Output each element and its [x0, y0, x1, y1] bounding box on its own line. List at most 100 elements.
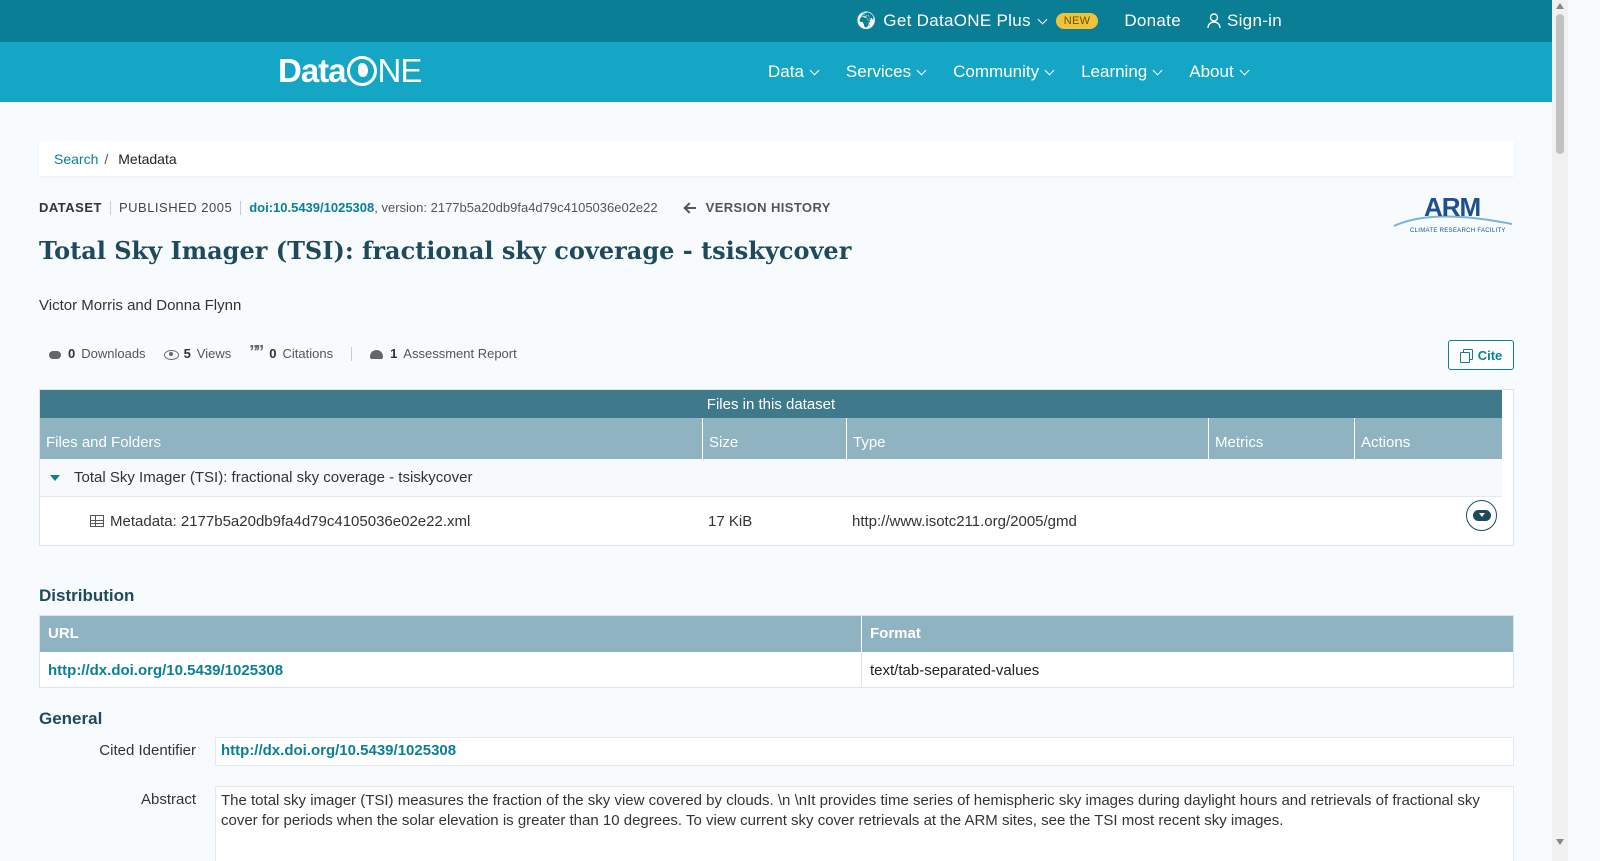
dataone-logo[interactable]: Data NE	[278, 52, 423, 90]
nav-menu: Data Services Community Learning About	[768, 42, 1250, 102]
download-button[interactable]	[1466, 500, 1497, 531]
downloads-stat[interactable]: 0 Downloads	[48, 346, 146, 361]
col-url: URL	[40, 616, 862, 652]
views-stat[interactable]: 5 Views	[163, 346, 232, 361]
scroll-down-icon[interactable]	[1556, 839, 1564, 845]
col-size: Size	[703, 418, 847, 459]
breadcrumb-current: Metadata	[118, 150, 177, 167]
arm-logo-text: ARM	[1424, 192, 1481, 222]
chevron-down-icon	[809, 65, 820, 75]
page-scrollbar[interactable]	[1552, 0, 1568, 861]
divider	[109, 200, 111, 215]
cloud-download-icon	[1472, 510, 1491, 521]
chevron-down-icon	[1239, 65, 1250, 75]
chevron-down-icon	[1037, 14, 1048, 24]
views-label: Views	[196, 346, 232, 361]
dataset-title: Total Sky Imager (TSI): fractional sky c…	[39, 236, 852, 265]
citations-stat[interactable]: 0 Citations	[249, 342, 334, 363]
assessment-report-stat[interactable]: 1 Assessment Report	[370, 346, 517, 361]
arm-logo[interactable]: ARM CLIMATE RESEARCH FACILITY	[1392, 192, 1514, 238]
arm-logo-subtext: CLIMATE RESEARCH FACILITY	[1410, 228, 1506, 234]
cloud-download-icon	[48, 348, 62, 360]
chevron-down-icon	[916, 65, 927, 75]
sign-in-link[interactable]: Sign-in	[1207, 11, 1282, 31]
breadcrumb-separator: /	[104, 150, 109, 167]
folder-name: Total Sky Imager (TSI): fractional sky c…	[74, 469, 473, 486]
eye-icon	[163, 348, 179, 360]
nav-data[interactable]: Data	[768, 62, 820, 82]
cite-button[interactable]: Cite	[1448, 340, 1514, 370]
downloads-count: 0	[68, 346, 76, 361]
version-history-label: VERSION HISTORY	[705, 200, 831, 215]
distribution-heading: Distribution	[39, 586, 135, 605]
gauge-icon	[370, 348, 384, 360]
doi-link[interactable]: doi:10.5439/1025308	[249, 200, 374, 215]
nav-learning[interactable]: Learning	[1081, 62, 1163, 82]
files-table-columns: Files and Folders Size Type Metrics Acti…	[40, 418, 1502, 459]
get-dataone-plus-label: Get DataONE Plus	[883, 11, 1031, 30]
nav-about[interactable]: About	[1189, 62, 1250, 82]
col-actions: Actions	[1361, 434, 1411, 451]
assessment-count: 1	[390, 346, 398, 361]
distribution-url-link[interactable]: http://dx.doi.org/10.5439/1025308	[48, 662, 283, 679]
files-table: Files in this dataset Files and Folders …	[39, 389, 1514, 546]
globe-icon: 🌍︎	[855, 11, 878, 30]
dataset-meta-line: DATASET PUBLISHED 2005 doi:10.5439/10253…	[39, 200, 831, 215]
file-name[interactable]: Metadata: 2177b5a20db9fa4d79c4105036e02e…	[110, 513, 708, 530]
logo-text: Data	[278, 52, 347, 89]
table-row: http://dx.doi.org/10.5439/1025308 text/t…	[40, 652, 1513, 688]
chevron-down-icon	[1044, 65, 1055, 75]
col-metrics: Metrics	[1209, 418, 1355, 459]
file-size: 17 KiB	[708, 512, 753, 530]
assessment-label: Assessment Report	[403, 346, 517, 361]
dataset-authors: Victor Morris and Donna Flynn	[39, 297, 242, 314]
dataset-stats: 0 Downloads 5 Views 0 Citations 1 Assessment…	[48, 342, 517, 363]
nav-data-label: Data	[768, 62, 804, 81]
table-icon	[90, 515, 104, 527]
caret-down-icon[interactable]	[50, 474, 60, 481]
quote-icon	[249, 342, 263, 363]
nav-learning-label: Learning	[1081, 62, 1148, 81]
sign-in-label: Sign-in	[1226, 11, 1282, 30]
views-count: 5	[183, 346, 191, 361]
cite-label: Cite	[1477, 347, 1503, 363]
distribution-format: text/tab-separated-values	[870, 662, 1040, 679]
published-label: PUBLISHED 2005	[118, 200, 233, 215]
breadcrumb-search-link[interactable]: Search	[54, 151, 98, 167]
new-badge: NEW	[1055, 13, 1099, 29]
downloads-label: Downloads	[81, 346, 146, 361]
citations-label: Citations	[282, 346, 334, 361]
col-files-folders: Files and Folders	[40, 418, 703, 459]
nav-services-label: Services	[845, 62, 912, 81]
logo-globe-icon	[346, 56, 377, 86]
general-heading: General	[39, 709, 103, 728]
nav-services[interactable]: Services	[845, 62, 927, 82]
donate-link[interactable]: Donate	[1124, 11, 1181, 31]
files-table-header: Files in this dataset	[40, 390, 1502, 418]
col-type: Type	[847, 418, 1209, 459]
scroll-up-icon[interactable]	[1556, 3, 1564, 9]
abstract-value: The total sky imager (TSI) measures the …	[215, 786, 1514, 861]
col-format: Format	[870, 625, 921, 642]
folder-row[interactable]: Total Sky Imager (TSI): fractional sky c…	[40, 459, 1502, 497]
cited-identifier-link[interactable]: http://dx.doi.org/10.5439/1025308	[221, 742, 456, 759]
version-label: , version: 2177b5a20db9fa4d79c4105036e02…	[374, 200, 658, 215]
distribution-table-header: URL Format	[40, 616, 1513, 652]
arrow-left-icon	[684, 203, 696, 213]
get-dataone-plus-menu[interactable]: 🌍︎ Get DataONE Plus NEW	[855, 11, 1099, 31]
dataset-type-label: DATASET	[39, 200, 102, 215]
nav-community[interactable]: Community	[953, 62, 1055, 82]
divider	[351, 346, 353, 361]
main-navbar: Data NE Data Services Community Learning …	[0, 42, 1552, 102]
nav-about-label: About	[1189, 62, 1234, 81]
breadcrumb: Search / Metadata	[39, 141, 1514, 176]
divider	[240, 200, 242, 215]
cited-identifier-value: http://dx.doi.org/10.5439/1025308	[215, 737, 1514, 766]
version-history-link[interactable]: VERSION HISTORY	[684, 200, 831, 215]
distribution-table: URL Format http://dx.doi.org/10.5439/102…	[39, 615, 1514, 688]
top-bar: 🌍︎ Get DataONE Plus NEW Donate Sign-in	[0, 0, 1552, 42]
scrollbar-thumb[interactable]	[1556, 14, 1564, 154]
nav-community-label: Community	[953, 62, 1040, 81]
chevron-down-icon	[1152, 65, 1163, 75]
logo-text-ne: NE	[377, 52, 423, 89]
